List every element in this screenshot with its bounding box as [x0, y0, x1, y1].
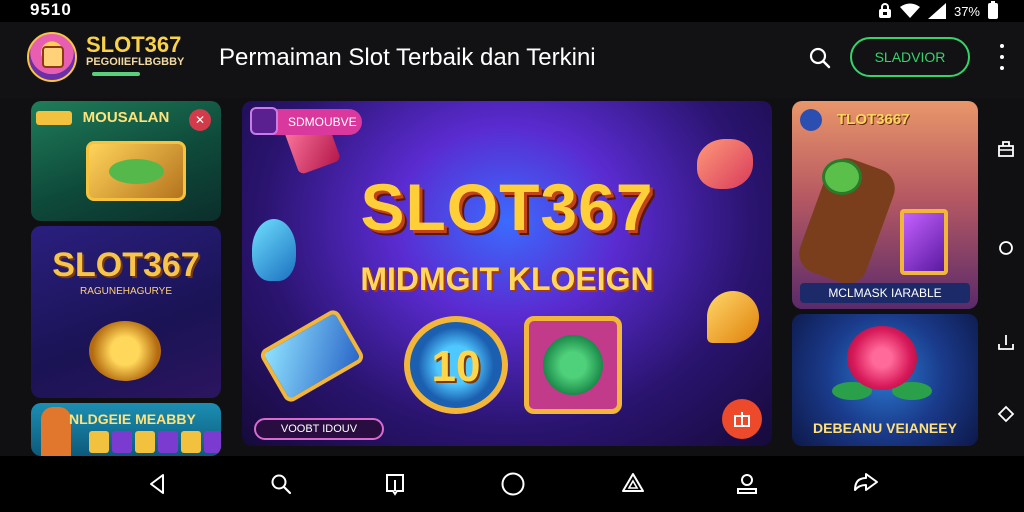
bag-icon[interactable]: [994, 136, 1018, 160]
rose-artwork: [847, 326, 917, 390]
hero-subtitle: MIDMGIT KLOEIGN: [360, 261, 654, 297]
page-title: Permaiman Slot Terbaik dan Terkini: [219, 44, 596, 71]
system-nav-bar: [0, 456, 1024, 512]
content-area: MOUSALAN ✕ SLOT367 RAGUNEHAGURYE NLDGEIE…: [0, 98, 1024, 456]
game-card-rose[interactable]: DEBEANU VEIANEEY: [792, 314, 978, 446]
card-subtitle: RAGUNEHAGURYE: [79, 286, 173, 297]
status-icons: 37%: [878, 1, 998, 20]
card-title: NLDGEIE MEABBY: [69, 411, 196, 427]
recycle-icon[interactable]: [619, 470, 647, 498]
game-card-meabby[interactable]: NLDGEIE MEABBY: [31, 403, 221, 456]
battery-percent: 37%: [953, 3, 980, 19]
gem-artwork: [707, 291, 759, 343]
more-options-button[interactable]: [995, 44, 1009, 70]
logo-title: SLOT367: [86, 32, 182, 57]
user-icon[interactable]: [733, 470, 761, 498]
card-artwork: [86, 141, 186, 201]
diamond-icon[interactable]: [994, 402, 1018, 426]
status-time: 9510: [30, 0, 72, 19]
slot-box-artwork: [524, 316, 622, 414]
card-title: TLOT3667: [837, 111, 910, 128]
tile-row: [89, 431, 221, 453]
more-vertical-icon: [1000, 44, 1004, 48]
hero-button[interactable]: VOOBT IDOUV: [254, 418, 384, 440]
battery-icon: [988, 1, 998, 19]
wifi-icon: [899, 3, 920, 18]
cta-button[interactable]: SLADVIOR: [850, 37, 970, 77]
hero-title: SLOT367: [360, 170, 654, 244]
game-card-slot367[interactable]: SLOT367 RAGUNEHAGURYE: [31, 226, 221, 398]
game-card-tlot3667[interactable]: TLOT3667 MCLMASK IARABLE: [792, 101, 978, 309]
leaf-artwork: [822, 159, 862, 195]
fox-artwork: [41, 407, 71, 456]
bookmark-icon[interactable]: [381, 470, 409, 498]
close-icon[interactable]: ✕: [189, 109, 211, 131]
app-logo[interactable]: [27, 32, 77, 82]
gift-icon: [734, 412, 750, 427]
circle-icon[interactable]: [994, 236, 1018, 260]
reel-text: 10: [431, 342, 481, 391]
app-header: SLOT367 PEGOIIEFLBGBBY Permaiman Slot Te…: [0, 22, 1024, 98]
crystal-artwork: [258, 307, 366, 405]
search-icon: [809, 47, 831, 69]
status-bar: 9510 37%: [0, 0, 1024, 22]
share-icon[interactable]: [852, 470, 880, 498]
card-icon: [800, 109, 822, 131]
portal-artwork: [900, 209, 948, 275]
home-circle-icon[interactable]: [499, 470, 527, 498]
card-title: DEBEANU VEIANEEY: [813, 420, 957, 436]
logo-underline: [92, 72, 140, 76]
game-card-mousalan[interactable]: MOUSALAN ✕: [31, 101, 221, 221]
hero-banner[interactable]: SDMOUBVE SLOT367 MIDMGIT KLOEIGN 10 VOOB…: [242, 101, 772, 446]
coin-artwork: [89, 321, 161, 381]
hero-action-button[interactable]: [722, 399, 762, 439]
right-rail: [988, 98, 1024, 456]
lock-icon: [878, 3, 891, 18]
reel-artwork: 10: [404, 316, 508, 414]
hero-badge-icon: [250, 107, 278, 135]
search-button[interactable]: [806, 44, 834, 72]
card-label: MCLMASK IARABLE: [800, 283, 970, 303]
logo-subtitle: PEGOIIEFLBGBBY: [86, 56, 185, 68]
card-title: SLOT367: [52, 246, 200, 284]
search-icon[interactable]: [267, 470, 295, 498]
back-icon[interactable]: [143, 470, 171, 498]
signal-icon: [927, 3, 946, 19]
download-tray-icon[interactable]: [994, 330, 1018, 354]
